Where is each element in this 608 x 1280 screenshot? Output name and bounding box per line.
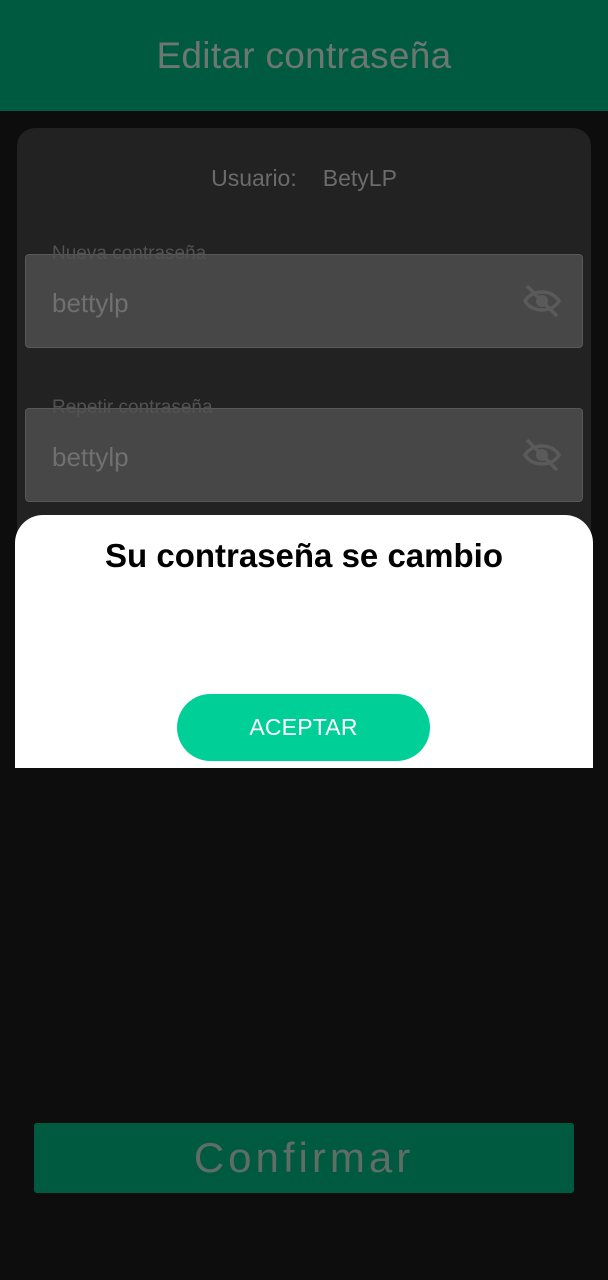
dialog-message: Su contraseña se cambio xyxy=(105,537,503,574)
app-header: Editar contraseña xyxy=(0,0,608,111)
repeat-password-field[interactable]: Repetir contraseña bettylp xyxy=(25,397,583,502)
new-password-label: Nueva contraseña xyxy=(52,243,207,264)
new-password-field[interactable]: Nueva contraseña bettylp xyxy=(25,243,583,348)
user-label: Usuario: xyxy=(211,165,297,191)
eye-off-icon[interactable] xyxy=(522,437,562,473)
user-info-row: Usuario: BetyLP xyxy=(17,165,591,192)
success-dialog: Su contraseña se cambio ACEPTAR xyxy=(15,515,593,768)
new-password-value[interactable]: bettylp xyxy=(52,288,129,319)
page-title: Editar contraseña xyxy=(156,34,452,76)
accept-button[interactable]: ACEPTAR xyxy=(177,694,430,761)
repeat-password-label: Repetir contraseña xyxy=(52,397,213,418)
password-form-card: Usuario: BetyLP Nueva contraseña bettylp … xyxy=(17,128,591,568)
confirm-button[interactable]: Confirmar xyxy=(34,1123,574,1193)
username-value: BetyLP xyxy=(322,165,397,191)
repeat-password-value[interactable]: bettylp xyxy=(52,442,129,473)
eye-off-icon[interactable] xyxy=(522,283,562,319)
